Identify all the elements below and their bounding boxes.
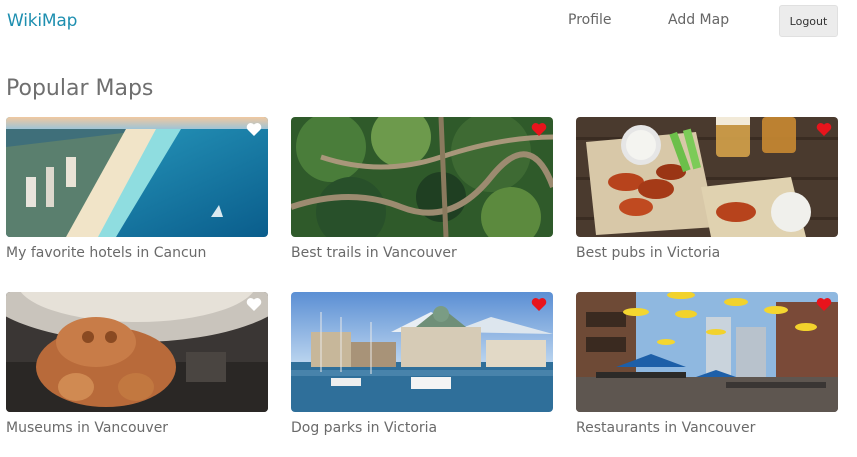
patio-umbrellas-image xyxy=(576,292,838,412)
map-title[interactable]: My favorite hotels in Cancun xyxy=(6,245,206,261)
map-title[interactable]: Best pubs in Victoria xyxy=(576,245,720,261)
map-title[interactable]: Dog parks in Victoria xyxy=(291,420,437,436)
map-thumbnail[interactable] xyxy=(291,292,553,412)
museum-sculpture-image xyxy=(6,292,268,412)
map-title[interactable]: Museums in Vancouver xyxy=(6,420,168,436)
forest-trail-image xyxy=(291,117,553,237)
map-card-pubs[interactable]: Best pubs in Victoria xyxy=(576,117,838,261)
map-card-trails[interactable]: Best trails in Vancouver xyxy=(291,117,553,261)
harbour-image xyxy=(291,292,553,412)
heart-icon[interactable] xyxy=(246,297,262,312)
map-thumbnail[interactable] xyxy=(576,292,838,412)
map-title[interactable]: Restaurants in Vancouver xyxy=(576,420,755,436)
beach-resort-image xyxy=(6,117,268,237)
heart-icon[interactable] xyxy=(816,122,832,137)
heart-icon[interactable] xyxy=(816,297,832,312)
logout-button[interactable]: Logout xyxy=(779,5,838,37)
map-thumbnail[interactable] xyxy=(6,292,268,412)
map-title[interactable]: Best trails in Vancouver xyxy=(291,245,457,261)
map-thumbnail[interactable] xyxy=(576,117,838,237)
map-card-restaurants[interactable]: Restaurants in Vancouver xyxy=(576,292,838,436)
nav-profile-link[interactable]: Profile xyxy=(568,12,612,28)
map-thumbnail[interactable] xyxy=(6,117,268,237)
heart-icon[interactable] xyxy=(246,122,262,137)
brand-logo-link[interactable]: WikiMap xyxy=(7,11,77,31)
map-thumbnail[interactable] xyxy=(291,117,553,237)
navbar: WikiMap Profile Add Map Logout xyxy=(0,0,857,44)
page-title: Popular Maps xyxy=(6,76,154,101)
heart-icon[interactable] xyxy=(531,297,547,312)
map-card-cancun[interactable]: My favorite hotels in Cancun xyxy=(6,117,268,261)
nav-add-map-link[interactable]: Add Map xyxy=(668,12,729,28)
map-card-dog-parks[interactable]: Dog parks in Victoria xyxy=(291,292,553,436)
wings-and-beer-image xyxy=(576,117,838,237)
map-card-museums[interactable]: Museums in Vancouver xyxy=(6,292,268,436)
heart-icon[interactable] xyxy=(531,122,547,137)
